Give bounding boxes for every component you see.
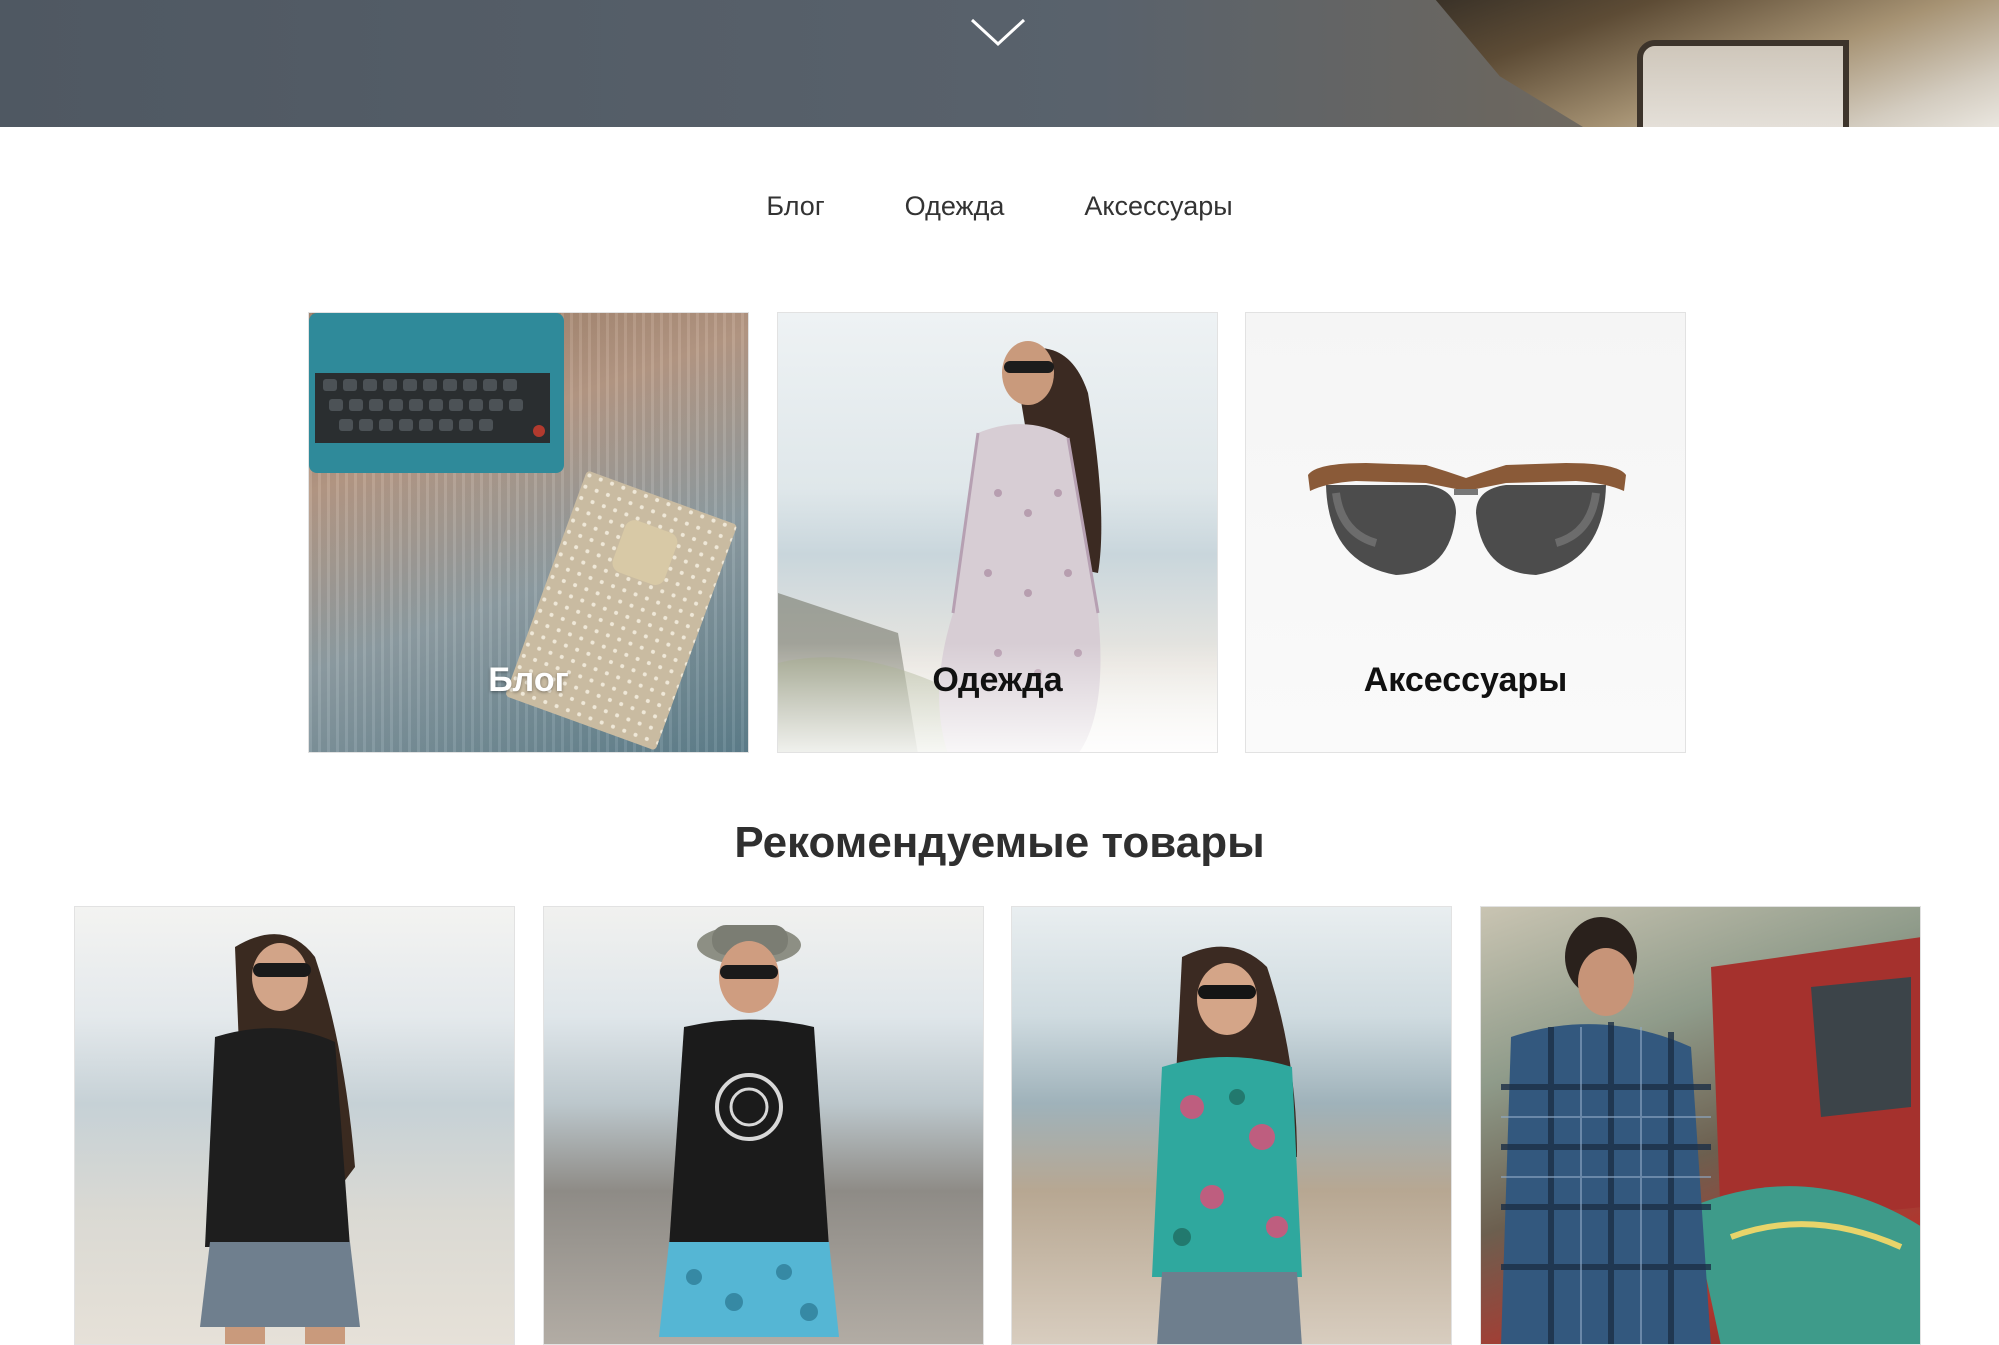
hero-banner <box>0 0 1999 127</box>
category-tile-accessories[interactable]: Аксессуары <box>1245 312 1686 753</box>
nav-item-blog[interactable]: Блог <box>766 186 824 226</box>
chevron-down-icon[interactable] <box>968 14 1028 50</box>
featured-products-title: Рекомендуемые товары <box>734 818 1265 867</box>
product-card-4[interactable] <box>1480 906 1921 1345</box>
main-nav: Блог Одежда Аксессуары <box>0 186 1999 226</box>
category-label-blog: Блог <box>488 661 569 699</box>
product-card-2[interactable] <box>543 906 984 1345</box>
product-image-4 <box>1501 917 1920 1344</box>
product-image-1 <box>200 934 360 1344</box>
category-label-accessories: Аксессуары <box>1363 661 1568 699</box>
category-tile-clothes[interactable]: Одежда <box>777 312 1218 753</box>
nav-item-clothes[interactable]: Одежда <box>905 186 1005 226</box>
product-card-3[interactable] <box>1011 906 1452 1345</box>
category-label-clothes: Одежда <box>932 661 1063 699</box>
product-image-3 <box>1152 946 1302 1344</box>
product-image-2 <box>659 925 839 1337</box>
category-tile-blog[interactable]: Блог <box>308 312 749 753</box>
nav-item-accessories[interactable]: Аксессуары <box>1084 186 1232 226</box>
product-card-1[interactable] <box>74 906 515 1345</box>
hero-van-window <box>1637 40 1849 127</box>
